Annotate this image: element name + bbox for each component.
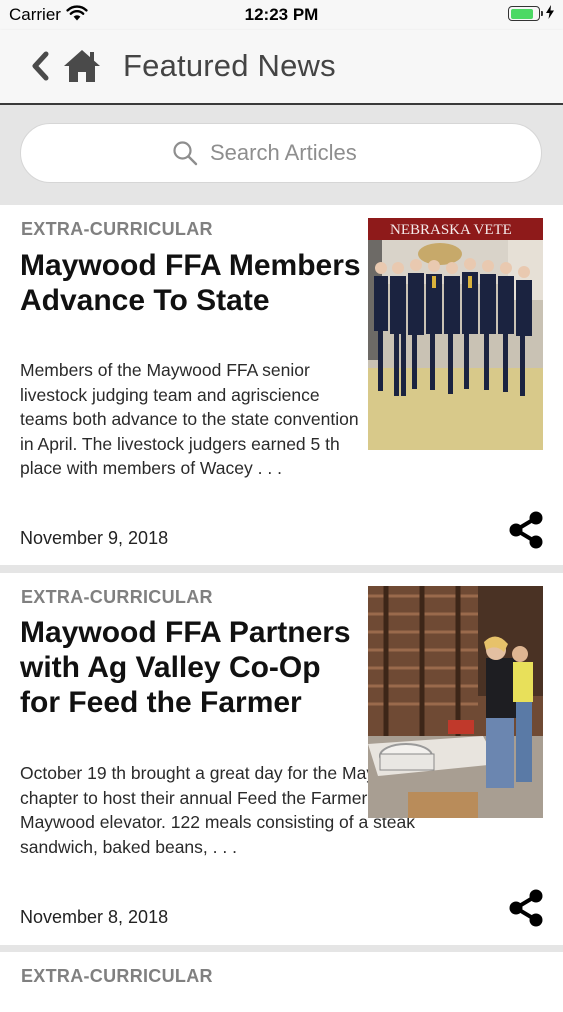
article-title[interactable]: Maywood FFA Members Advance To State [20,248,362,318]
article-date: November 8, 2018 [20,907,169,927]
article-category: EXTRA-CURRICULAR [21,219,213,239]
page-title: Featured News [123,48,336,83]
battery-icon [508,6,543,21]
search-input[interactable] [210,140,380,166]
article-card[interactable]: EXTRA-CURRICULAR Maywood FFA Partners wi… [0,573,563,945]
clock: 12:23 PM [244,5,319,24]
charging-bolt-icon [546,5,554,24]
article-date: November 9, 2018 [20,528,169,548]
battery-level [510,8,533,19]
navigation-bar: Featured News [0,30,563,105]
banner-text: NEBRASKA VETE [390,222,512,238]
battery-tip [541,11,543,16]
status-bar: Carrier 12:23 PM [0,0,563,30]
share-icon [509,889,543,927]
home-button[interactable] [62,48,102,84]
share-button[interactable] [508,888,544,928]
article-image[interactable] [368,586,543,818]
search-icon [173,141,198,166]
share-icon [509,511,543,549]
article-card[interactable]: EXTRA-CURRICULAR Maywood FFA Members Adv… [0,205,563,565]
article-card[interactable]: EXTRA-CURRICULAR [0,952,563,1012]
home-icon [64,50,100,82]
search-field[interactable] [20,123,542,183]
article-summary: Members of the Maywood FFA senior livest… [20,360,359,478]
back-button[interactable] [28,50,54,82]
article-image[interactable]: NEBRASKA VETE [368,218,543,450]
chevron-left-icon [32,51,49,81]
search-section [0,105,563,203]
article-title[interactable]: Maywood FFA Partners with Ag Valley Co-O… [20,615,362,720]
article-category: EXTRA-CURRICULAR [21,966,213,986]
article-category: EXTRA-CURRICULAR [21,587,213,607]
share-button[interactable] [508,510,544,550]
